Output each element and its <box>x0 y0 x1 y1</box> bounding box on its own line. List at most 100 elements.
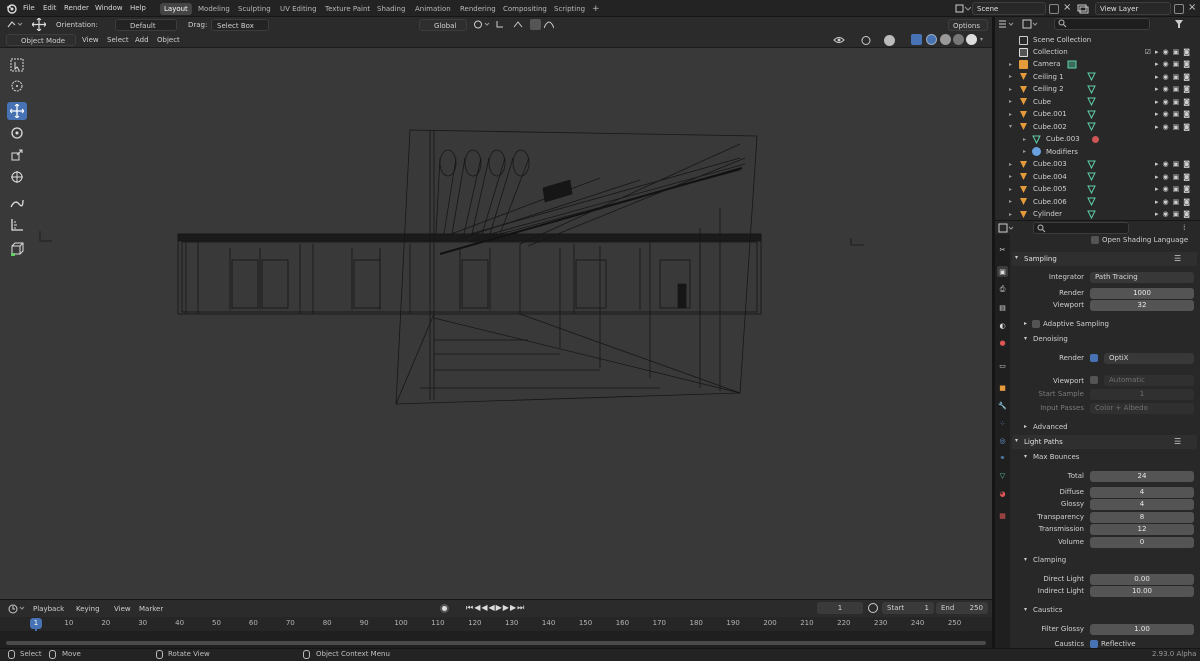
orientation-dropdown[interactable]: Default <box>115 19 177 31</box>
measure-tool-icon[interactable] <box>7 216 27 234</box>
tab-scripting[interactable]: Scripting <box>550 3 589 15</box>
3d-viewport[interactable] <box>0 48 992 599</box>
timeline-track[interactable] <box>0 631 992 648</box>
bounce-field[interactable]: 8 <box>1090 512 1194 523</box>
transform-orientation-dropdown[interactable]: Global <box>419 19 467 31</box>
menu-add[interactable]: Add <box>135 34 149 46</box>
pin-icon[interactable]: ⁞ <box>1183 223 1186 232</box>
keying-menu[interactable]: Keying <box>76 603 100 615</box>
visibility-icons[interactable]: ▸◉▣◙ <box>1155 173 1194 181</box>
denoising-collapse-icon[interactable]: ▾ <box>1024 335 1027 342</box>
outliner-item[interactable]: ▸ Cube.004 ▸◉▣◙ <box>1005 171 1200 183</box>
camera-data-icon[interactable] <box>1067 60 1077 69</box>
outliner-scene-collection[interactable]: Scene Collection <box>1005 34 1200 46</box>
mesh-data-icon[interactable] <box>1087 97 1096 106</box>
expand-icon[interactable]: ▸ <box>1009 198 1012 205</box>
filter-icon[interactable] <box>1174 19 1188 30</box>
mesh-data-icon[interactable] <box>1087 210 1096 219</box>
menu-render[interactable]: Render <box>59 0 94 17</box>
outliner-item[interactable]: ▸ Cube.003 <box>1005 133 1200 145</box>
outliner-item[interactable]: ▸ Cube.006 ▸◉▣◙ <box>1005 196 1200 208</box>
expand-icon[interactable]: ▸ <box>1009 98 1012 105</box>
menu-select[interactable]: Select <box>107 34 129 46</box>
adaptive-expand-icon[interactable]: ▸ <box>1024 320 1027 327</box>
material-icon[interactable] <box>1091 135 1100 144</box>
overlays-icon[interactable] <box>884 35 895 46</box>
playback-controls[interactable]: ⏮◀◀◀▶▶▶⏭ <box>466 603 525 613</box>
current-frame-field[interactable]: 1 <box>817 602 863 614</box>
collection-visibility-icons[interactable]: ☑▸◉▣◙ <box>1145 48 1194 56</box>
object-visibility-icon[interactable] <box>833 35 851 46</box>
move-tool-button-icon[interactable] <box>7 102 27 120</box>
tab-uv-editing[interactable]: UV Editing <box>276 3 321 15</box>
expand-icon[interactable]: ▸ <box>1023 148 1026 155</box>
mode-dropdown[interactable]: Object Mode <box>6 34 76 46</box>
particles-tab-icon[interactable]: ⁘ <box>997 418 1008 429</box>
mesh-data-icon[interactable] <box>1087 122 1096 131</box>
tab-animation[interactable]: Animation <box>411 3 455 15</box>
snap-target-icon[interactable] <box>512 19 526 30</box>
expand-icon[interactable]: ▸ <box>1009 161 1012 168</box>
material-shading-icon[interactable] <box>953 34 964 45</box>
outliner-item[interactable]: ▸ Cylinder ▸◉▣◙ <box>1005 208 1200 220</box>
bounce-field[interactable]: 4 <box>1090 487 1194 498</box>
expand-icon[interactable]: ▸ <box>1009 73 1012 80</box>
mesh-data-icon[interactable] <box>1087 185 1096 194</box>
editor-type-icon[interactable] <box>6 19 24 30</box>
wireframe-shading-icon[interactable] <box>926 34 937 45</box>
reflective-checkbox[interactable] <box>1090 640 1098 648</box>
advanced-expand-icon[interactable]: ▸ <box>1024 423 1027 430</box>
denoiser-dropdown[interactable]: OptiX <box>1104 353 1194 364</box>
world-tab-icon[interactable]: ● <box>997 337 1008 348</box>
properties-editor-icon[interactable] <box>998 223 1016 234</box>
move-tool-icon[interactable] <box>32 18 46 31</box>
viewport-samples-field[interactable]: 32 <box>1090 300 1194 311</box>
clamping-collapse-icon[interactable]: ▾ <box>1024 556 1027 563</box>
drag-dropdown[interactable]: Select Box <box>211 19 269 31</box>
end-frame-field[interactable]: End 250 <box>936 602 988 614</box>
render-samples-field[interactable]: 1000 <box>1090 288 1194 299</box>
mesh-data-icon[interactable] <box>1087 172 1096 181</box>
add-cube-tool-icon[interactable] <box>7 240 27 258</box>
transform-tool-icon[interactable] <box>7 168 27 186</box>
mesh-data-icon[interactable] <box>1087 85 1096 94</box>
properties-search-field[interactable] <box>1033 222 1129 234</box>
menu-file[interactable]: File <box>18 0 40 17</box>
denoise-viewport-checkbox[interactable] <box>1090 376 1098 384</box>
max-bounces-collapse-icon[interactable]: ▾ <box>1024 453 1027 460</box>
playhead[interactable]: 1 <box>30 618 42 629</box>
outliner-item[interactable]: ▸ Cube.001 ▸◉▣◙ <box>1005 108 1200 120</box>
visibility-icons[interactable]: ▸◉▣◙ <box>1155 123 1194 131</box>
outliner-item[interactable]: ▸ Cube ▸◉▣◙ <box>1005 96 1200 108</box>
tab-sculpting[interactable]: Sculpting <box>234 3 275 15</box>
start-sample-field[interactable]: 1 <box>1090 389 1194 400</box>
outliner-item[interactable]: ▸ Ceiling 1 ▸◉▣◙ <box>1005 71 1200 83</box>
indirect-light-field[interactable]: 10.00 <box>1090 586 1194 597</box>
mesh-data-icon[interactable] <box>1087 197 1096 206</box>
rendered-shading-icon[interactable] <box>966 34 977 45</box>
rotate-tool-icon[interactable] <box>7 124 27 142</box>
tab-layout[interactable]: Layout <box>160 3 192 15</box>
menu-object[interactable]: Object <box>157 34 180 46</box>
shading-options-icon[interactable]: ▾ <box>980 36 983 43</box>
xray-toggle-icon[interactable] <box>911 34 922 45</box>
visibility-icons[interactable]: ▸◉▣◙ <box>1155 185 1194 193</box>
snap-icon[interactable] <box>495 19 509 30</box>
select-box-tool-icon[interactable] <box>7 56 27 74</box>
menu-help[interactable]: Help <box>125 0 151 17</box>
view-layer-delete-icon[interactable]: × <box>1188 2 1196 13</box>
view-layer-field[interactable]: View Layer <box>1095 2 1171 15</box>
scene-delete-icon[interactable]: × <box>1063 2 1071 13</box>
visibility-icons[interactable]: ▸◉▣◙ <box>1155 60 1194 68</box>
mesh-data-icon[interactable] <box>1087 160 1096 169</box>
expand-icon[interactable]: ▸ <box>1009 61 1012 68</box>
pivot-point-icon[interactable] <box>473 19 491 30</box>
physics-tab-icon[interactable]: ◎ <box>997 435 1008 446</box>
tab-modeling[interactable]: Modeling <box>194 3 234 15</box>
expand-icon[interactable]: ▾ <box>1009 123 1012 130</box>
adaptive-sampling-checkbox[interactable] <box>1032 320 1040 328</box>
blender-logo-icon[interactable] <box>6 3 17 14</box>
visibility-icons[interactable]: ▸◉▣◙ <box>1155 73 1194 81</box>
constraints-tab-icon[interactable]: ⚭ <box>997 452 1008 463</box>
expand-icon[interactable]: ▸ <box>1009 111 1012 118</box>
